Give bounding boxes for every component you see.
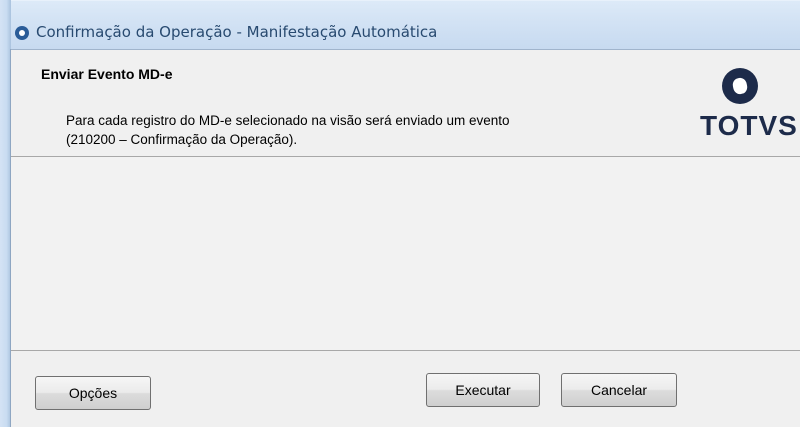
totvs-logo-mark-icon (722, 68, 758, 104)
description-line-1: Para cada registro do MD-e selecionado n… (66, 113, 510, 128)
cancel-button[interactable]: Cancelar (561, 373, 677, 407)
description-line-2: (210200 – Confirmação da Operação). (66, 132, 298, 147)
logo-text: TOTVS (700, 110, 798, 141)
app-circle-icon (15, 26, 29, 40)
options-button[interactable]: Opções (35, 376, 151, 410)
header-panel: Enviar Evento MD-e Para cada registro do… (11, 49, 800, 157)
totvs-logo: TOTVS (696, 64, 800, 154)
header-description: Para cada registro do MD-e selecionado n… (66, 111, 510, 149)
window-frame-left (0, 0, 11, 427)
window-title: Confirmação da Operação - Manifestação A… (36, 23, 438, 41)
execute-button[interactable]: Executar (426, 373, 540, 407)
title-bar[interactable]: Confirmação da Operação - Manifestação A… (0, 0, 800, 49)
dialog-window: Confirmação da Operação - Manifestação A… (0, 0, 800, 427)
footer-bar: Opções Executar Cancelar (11, 350, 800, 427)
header-title: Enviar Evento MD-e (41, 66, 173, 82)
content-area (11, 157, 800, 350)
